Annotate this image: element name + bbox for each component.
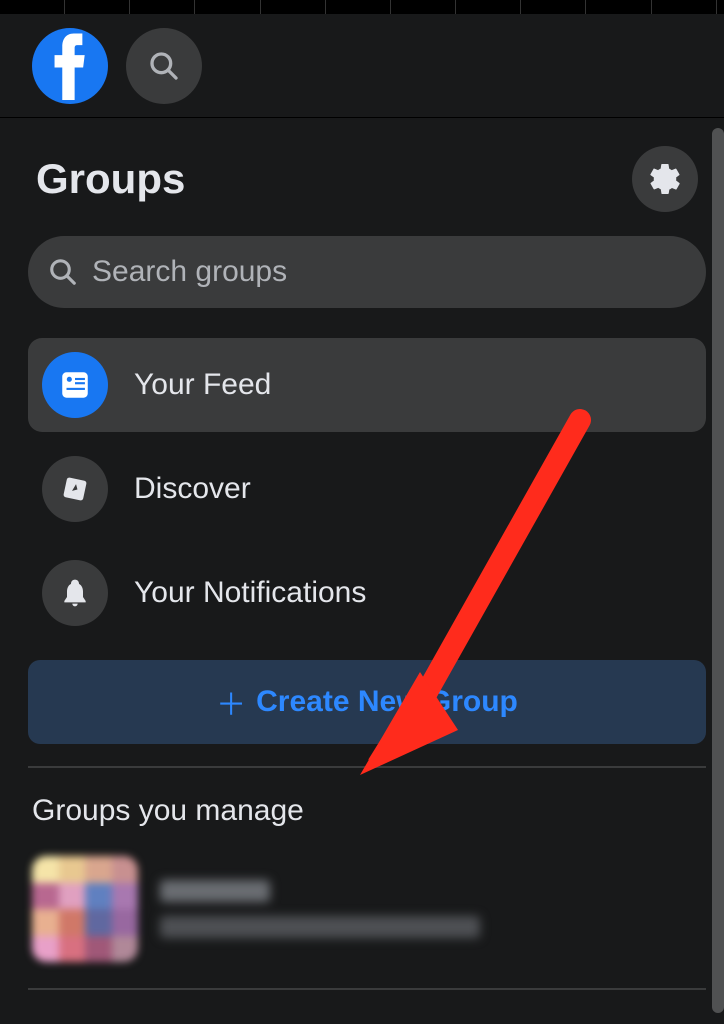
divider xyxy=(28,766,706,768)
scrollbar[interactable] xyxy=(712,128,724,1013)
groups-search-bar[interactable] xyxy=(28,236,706,308)
group-text-area xyxy=(160,880,702,938)
facebook-f-icon xyxy=(48,32,92,100)
facebook-logo[interactable] xyxy=(32,28,108,104)
plus-icon: ＋ xyxy=(216,680,246,724)
group-subtitle-redacted xyxy=(160,916,480,938)
bell-icon xyxy=(42,560,108,626)
groups-search-input[interactable] xyxy=(92,255,686,289)
create-button-label: Create New Group xyxy=(256,685,518,719)
search-icon xyxy=(148,50,180,82)
group-thumbnail xyxy=(32,856,138,962)
page-title: Groups xyxy=(36,155,185,203)
top-header xyxy=(0,14,724,118)
discover-icon xyxy=(42,456,108,522)
gear-icon xyxy=(647,161,683,197)
nav-label: Your Feed xyxy=(134,368,271,402)
settings-button[interactable] xyxy=(632,146,698,212)
global-search-button[interactable] xyxy=(126,28,202,104)
search-icon xyxy=(48,257,78,287)
divider xyxy=(28,988,706,990)
browser-tab-strip xyxy=(0,0,724,14)
group-name-redacted xyxy=(160,880,270,902)
title-row: Groups xyxy=(28,118,706,236)
nav-label: Discover xyxy=(134,472,251,506)
nav-discover[interactable]: Discover xyxy=(28,442,706,536)
managed-group-item[interactable] xyxy=(28,846,706,972)
nav-label: Your Notifications xyxy=(134,576,366,610)
nav-your-feed[interactable]: Your Feed xyxy=(28,338,706,432)
feed-icon xyxy=(42,352,108,418)
create-new-group-button[interactable]: ＋ Create New Group xyxy=(28,660,706,744)
groups-you-manage-header: Groups you manage xyxy=(28,790,706,846)
sidebar-panel: Groups Your Feed xyxy=(0,118,724,1024)
nav-notifications[interactable]: Your Notifications xyxy=(28,546,706,640)
